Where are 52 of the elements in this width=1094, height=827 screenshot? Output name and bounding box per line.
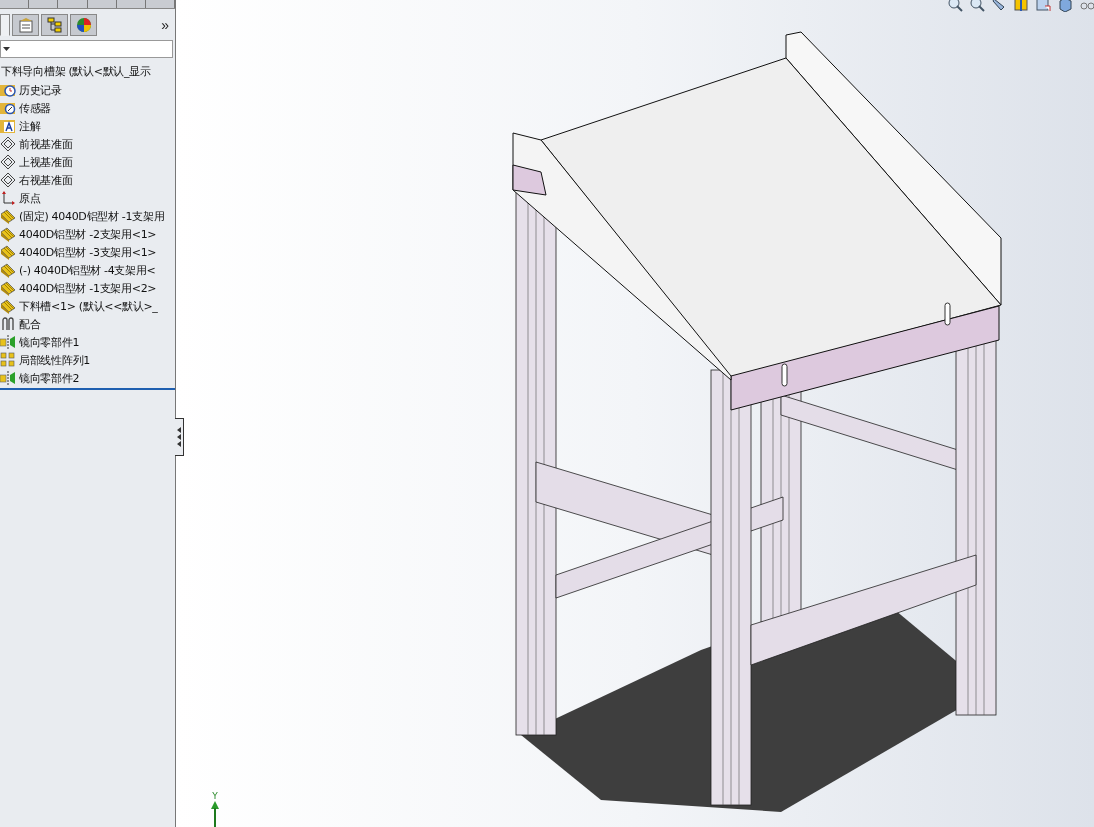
zoom-area-icon[interactable] — [969, 0, 985, 12]
mirror-icon — [0, 370, 16, 386]
tree-item[interactable]: 右视基准面 — [19, 172, 73, 188]
axis-arrow-icon — [211, 801, 219, 827]
tree-item[interactable]: 下料槽<1> (默认<<默认>_ — [19, 298, 158, 314]
tree-item[interactable]: 原点 — [19, 190, 41, 206]
tree-item[interactable]: 4040D铝型材 -2支架用<1> — [19, 226, 157, 242]
display-tab[interactable] — [70, 14, 97, 36]
section-view-icon[interactable] — [1013, 0, 1029, 12]
tree-item[interactable]: 4040D铝型材 -1支架用<2> — [19, 280, 157, 296]
tree-item[interactable]: 注解 — [19, 118, 41, 134]
tree-root-label[interactable]: 下料导向槽架 (默认<默认_显示 — [0, 63, 175, 81]
configuration-tab[interactable] — [41, 14, 68, 36]
plane-icon — [0, 172, 16, 188]
part-icon — [0, 244, 16, 260]
tree-item[interactable]: 上视基准面 — [19, 154, 73, 170]
property-tab[interactable] — [12, 14, 39, 36]
tree-item[interactable]: 前视基准面 — [19, 136, 73, 152]
part-icon — [0, 262, 16, 278]
collapse-handle[interactable] — [175, 418, 184, 456]
paperclip-icon — [0, 316, 16, 332]
part-icon — [0, 298, 16, 314]
zoom-to-fit-icon[interactable] — [947, 0, 963, 12]
tree-item[interactable]: (-) 4040D铝型材 -4支架用< — [19, 262, 156, 278]
tree-item[interactable]: 配合 — [19, 316, 41, 332]
mirror-icon — [0, 334, 16, 350]
expand-tabs-button[interactable]: » — [161, 17, 169, 33]
tree-item[interactable]: 4040D铝型材 -3支架用<1> — [19, 244, 157, 260]
part-icon — [0, 208, 16, 224]
part-icon — [0, 226, 16, 242]
tree-item[interactable]: 镜向零部件1 — [19, 334, 80, 350]
caret-icon — [3, 47, 10, 51]
origin-icon — [0, 190, 16, 206]
feature-tree-tab[interactable] — [0, 14, 10, 36]
axis-label: Y — [212, 792, 218, 801]
sensor-icon — [0, 100, 16, 116]
plane-icon — [0, 136, 16, 152]
tree-item[interactable]: (固定) 4040D铝型材 -1支架用 — [19, 208, 165, 224]
tree-item[interactable]: 传感器 — [19, 100, 52, 116]
history-icon — [0, 82, 16, 98]
tree-item[interactable]: 局部线性阵列1 — [19, 352, 90, 368]
annotation-icon — [0, 118, 16, 134]
color-wheel-icon — [75, 17, 92, 33]
tree-icon — [46, 17, 63, 33]
plane-icon — [0, 154, 16, 170]
display-style-icon[interactable] — [1057, 0, 1073, 12]
tree-item[interactable]: 历史记录 — [19, 82, 62, 98]
clipboard-icon — [17, 17, 34, 33]
pattern-icon — [0, 352, 16, 368]
tree-item[interactable]: 镜向零部件2 — [19, 370, 80, 386]
filter-dropdown[interactable] — [0, 40, 173, 58]
part-icon — [0, 280, 16, 296]
